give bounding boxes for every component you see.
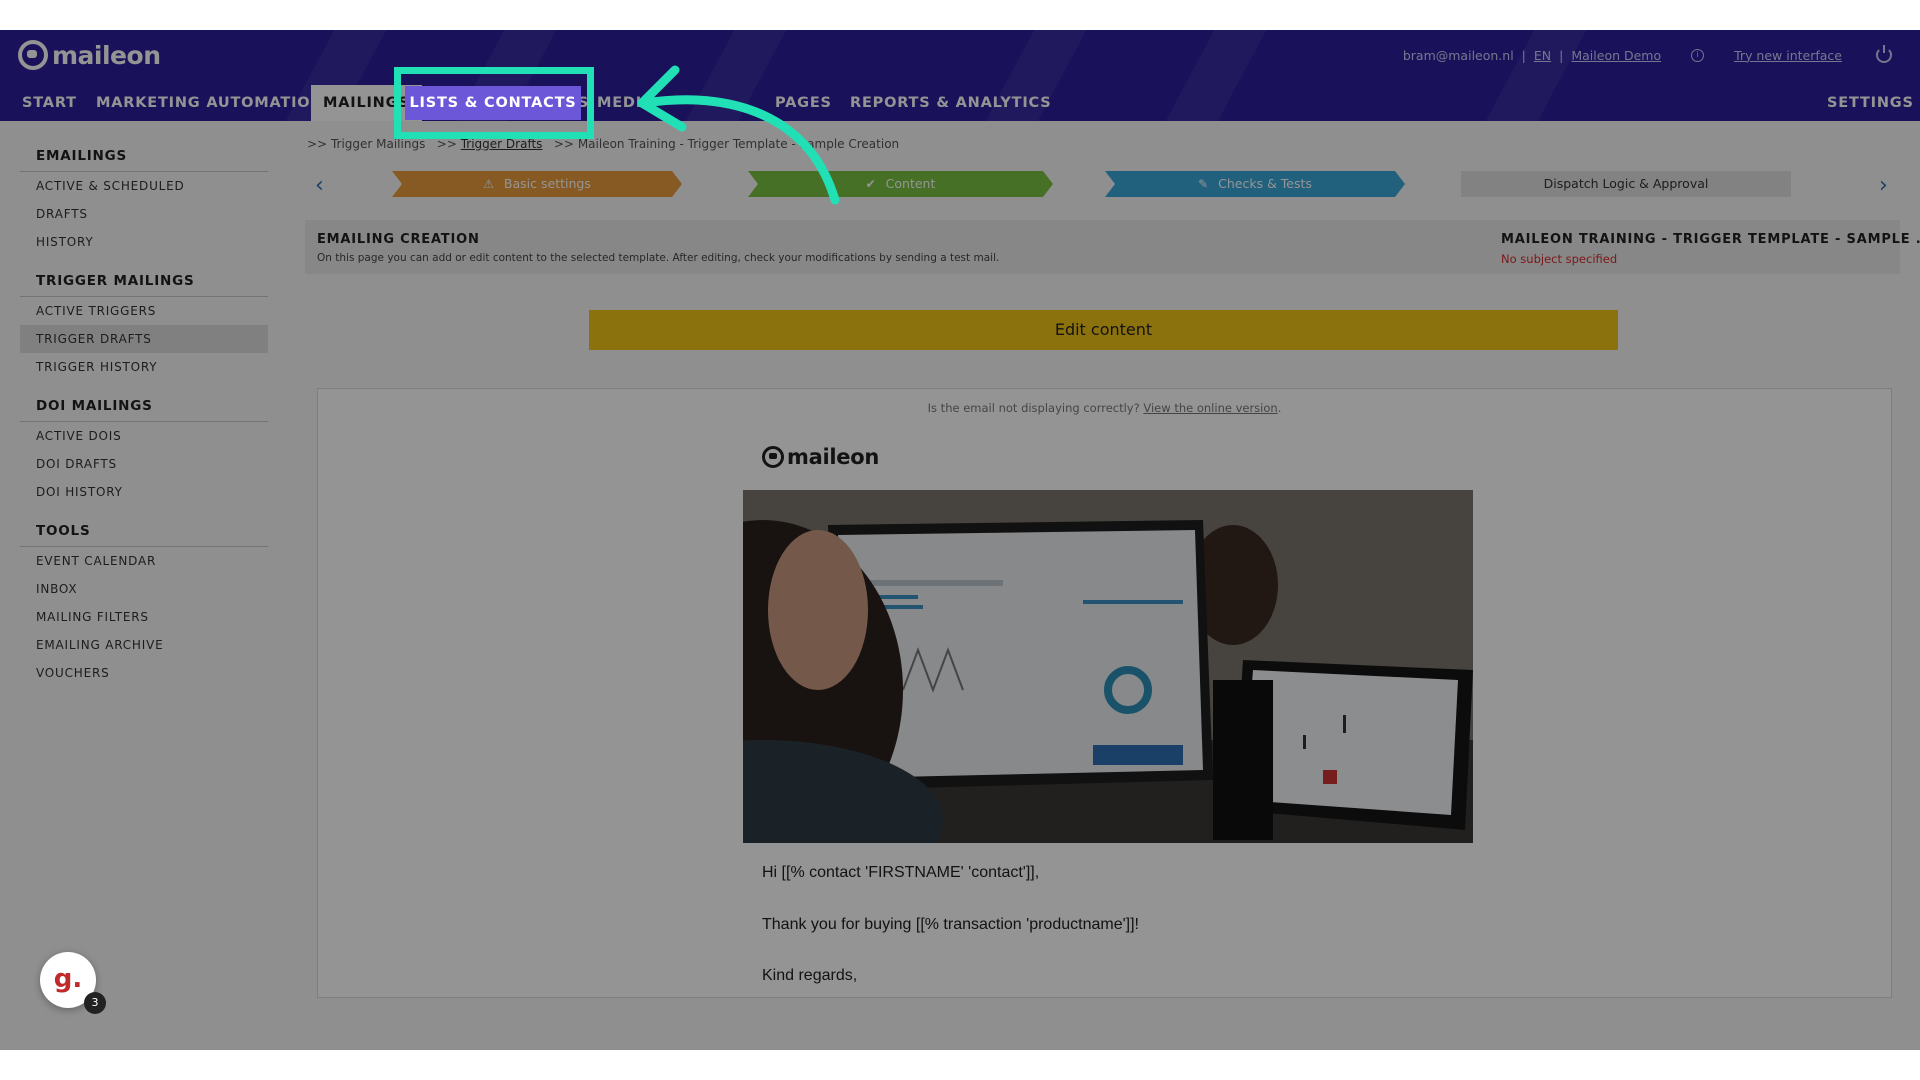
- sidebar-item-active-dois[interactable]: ACTIVE DOIS: [20, 422, 268, 450]
- notification-count-badge: 3: [84, 992, 106, 1014]
- chevron-right-icon[interactable]: ›: [1879, 173, 1888, 198]
- sidebar-item-active-scheduled[interactable]: ACTIVE & SCHEDULED: [20, 172, 268, 200]
- step-checks-tests[interactable]: ✎ Checks & Tests: [1105, 171, 1405, 197]
- user-email: bram@maileon.nl: [1402, 47, 1514, 63]
- nav-marketing-automation[interactable]: MARKETING AUTOMATION: [84, 85, 335, 121]
- app-window: maileon bram@maileon.nl | EN | Maileon D…: [0, 30, 1920, 1050]
- thanks-line: Thank you for buying [[% transaction 'pr…: [762, 916, 1139, 933]
- sidebar-heading: TOOLS: [20, 516, 268, 547]
- sidebar-item-emailing-archive[interactable]: EMAILING ARCHIVE: [20, 631, 268, 659]
- sidebar-group-emailings: EMAILINGS ACTIVE & SCHEDULED DRAFTS HIST…: [20, 141, 268, 256]
- sidebar-item-active-triggers[interactable]: ACTIVE TRIGGERS: [20, 297, 268, 325]
- email-preview: Is the email not displaying correctly? V…: [317, 388, 1892, 998]
- signoff-line: Kind regards,: [762, 967, 858, 984]
- sidebar-item-vouchers[interactable]: VOUCHERS: [20, 659, 268, 687]
- highlight-frame: [394, 67, 594, 139]
- language-link[interactable]: EN: [1534, 48, 1551, 63]
- edit-content-button[interactable]: Edit content: [589, 310, 1618, 350]
- logo-wordmark: maileon: [52, 40, 161, 70]
- sidebar-item-inbox[interactable]: INBOX: [20, 575, 268, 603]
- sidebar-group-doi-mailings: DOI MAILINGS ACTIVE DOIS DOI DRAFTS DOI …: [20, 391, 268, 506]
- sidebar-group-trigger-mailings: TRIGGER MAILINGS ACTIVE TRIGGERS TRIGGER…: [20, 266, 268, 381]
- breadcrumb-trigger-mailings: Trigger Mailings: [330, 137, 426, 151]
- info-icon[interactable]: i: [1691, 48, 1705, 62]
- pointer-arrow-icon: [637, 65, 840, 205]
- sidebar-heading: TRIGGER MAILINGS: [20, 266, 268, 297]
- sidebar-item-history[interactable]: HISTORY: [20, 228, 268, 256]
- hero-image-illustration: [743, 490, 1473, 843]
- try-new-interface-link[interactable]: Try new interface: [1734, 48, 1842, 63]
- nav-reports-analytics[interactable]: REPORTS & ANALYTICS: [838, 85, 1064, 121]
- sidebar-heading: EMAILINGS: [20, 141, 268, 172]
- sidebar-item-trigger-drafts[interactable]: TRIGGER DRAFTS: [20, 325, 268, 353]
- pencil-icon: ✎: [1198, 177, 1209, 191]
- warning-icon: ⚠: [483, 177, 494, 191]
- greeting-line: Hi [[% contact 'FIRSTNAME' 'contact']],: [762, 864, 1040, 881]
- main-navigation: START MARKETING AUTOMATION MAILINGS LIST…: [0, 85, 1920, 121]
- online-version-link[interactable]: View the online version: [1143, 401, 1277, 415]
- check-icon: ✔: [865, 177, 876, 191]
- sidebar-item-drafts[interactable]: DRAFTS: [20, 200, 268, 228]
- panel-description: On this page you can add or edit content…: [317, 252, 1000, 264]
- sidebar-item-doi-history[interactable]: DOI HISTORY: [20, 478, 268, 506]
- sidebar-item-event-calendar[interactable]: EVENT CALENDAR: [20, 547, 268, 575]
- maileon-logo-icon: [762, 446, 784, 468]
- sidebar: EMAILINGS ACTIVE & SCHEDULED DRAFTS HIST…: [20, 141, 268, 697]
- step-dispatch-logic-approval[interactable]: Dispatch Logic & Approval: [1461, 171, 1791, 197]
- wizard-steps: ‹ ⚠ Basic settings ✔ Content ✎ Checks & Tes…: [305, 171, 1905, 199]
- chevron-left-icon[interactable]: ‹: [315, 173, 324, 198]
- sidebar-heading: DOI MAILINGS: [20, 391, 268, 422]
- account-bar: bram@maileon.nl | EN | Maileon Demo i Tr…: [1402, 45, 1892, 63]
- maileon-logo[interactable]: maileon: [18, 40, 161, 70]
- emailing-info-panel: EMAILING CREATION On this page you can a…: [305, 220, 1920, 274]
- maileon-logo-icon: [18, 40, 48, 70]
- sidebar-group-tools: TOOLS EVENT CALENDAR INBOX MAILING FILTE…: [20, 516, 268, 687]
- subject-status: No subject specified: [1501, 252, 1618, 266]
- top-header: maileon bram@maileon.nl | EN | Maileon D…: [0, 30, 1920, 121]
- workspace-link[interactable]: Maileon Demo: [1571, 48, 1661, 63]
- preview-logo: maileon: [762, 445, 879, 469]
- help-widget-button[interactable]: g. 3: [40, 952, 106, 1014]
- breadcrumb-trigger-drafts-link[interactable]: Trigger Drafts: [461, 137, 543, 151]
- nav-settings[interactable]: SETTINGS: [1815, 85, 1920, 121]
- sidebar-item-doi-drafts[interactable]: DOI DRAFTS: [20, 450, 268, 478]
- sidebar-item-trigger-history[interactable]: TRIGGER HISTORY: [20, 353, 268, 381]
- preview-logo-wordmark: maileon: [787, 445, 879, 469]
- help-widget-logo: g.: [53, 964, 83, 994]
- sidebar-item-mailing-filters[interactable]: MAILING FILTERS: [20, 603, 268, 631]
- online-version-notice: Is the email not displaying correctly? V…: [927, 401, 1282, 415]
- power-icon[interactable]: [1876, 45, 1892, 63]
- panel-title: EMAILING CREATION: [317, 232, 480, 247]
- mailing-name: MAILEON TRAINING - TRIGGER TEMPLATE - SA…: [1501, 232, 1920, 247]
- nav-start[interactable]: START: [10, 85, 89, 121]
- hero-image: [743, 490, 1473, 843]
